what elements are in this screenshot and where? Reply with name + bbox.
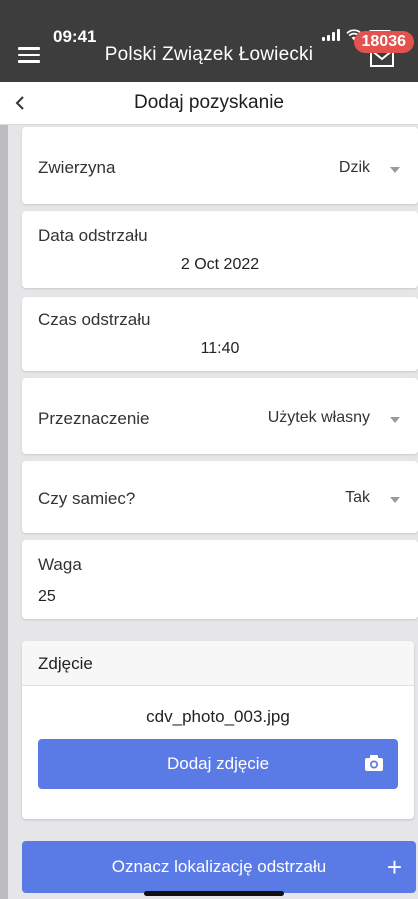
app-screen: 09:41 Polski Związek Łowiecki 18036 Doda…	[0, 0, 418, 899]
chevron-down-icon	[390, 167, 400, 173]
add-photo-button-label: Dodaj zdjęcie	[166, 754, 270, 773]
mark-location-button-label: Oznacz lokalizację odstrzału	[111, 857, 327, 876]
zwierzyna-value: Dzik	[338, 159, 370, 176]
czas-odstrzalu-field[interactable]: Czas odstrzału 11:40	[22, 297, 418, 371]
plus-icon: +	[386, 852, 402, 882]
przeznaczenie-value: Użytek własny	[267, 409, 370, 426]
page-header: Dodaj pozyskanie	[0, 82, 418, 125]
zwierzyna-select[interactable]: Zwierzyna Dzik	[22, 127, 418, 204]
page-title: Dodaj pozyskanie	[134, 92, 284, 113]
czy-samiec-label: Czy samiec?	[38, 489, 136, 508]
camera-icon	[365, 755, 383, 771]
waga-value: 25	[38, 588, 56, 605]
chevron-down-icon	[390, 497, 400, 503]
czy-samiec-value: Tak	[345, 489, 370, 506]
waga-field[interactable]: Waga 25	[22, 540, 418, 619]
scroll-gutter	[0, 125, 8, 899]
home-indicator	[144, 891, 284, 896]
czy-samiec-select[interactable]: Czy samiec? Tak	[22, 461, 418, 533]
data-odstrzalu-field[interactable]: Data odstrzału 2 Oct 2022	[22, 211, 418, 288]
przeznaczenie-label: Przeznaczenie	[38, 409, 150, 428]
data-odstrzalu-value: 2 Oct 2022	[180, 256, 260, 273]
chevron-down-icon	[390, 417, 400, 423]
mark-location-button[interactable]: Oznacz lokalizację odstrzału +	[22, 841, 416, 893]
notification-badge: 18036	[353, 31, 414, 53]
waga-label: Waga	[38, 555, 82, 574]
data-odstrzalu-label: Data odstrzału	[38, 226, 148, 245]
photo-section-header: Zdjęcie	[22, 641, 414, 686]
photo-filename: cdv_photo_003.jpg	[146, 707, 290, 726]
signal-icon	[322, 29, 340, 41]
czas-odstrzalu-label: Czas odstrzału	[38, 310, 151, 329]
add-photo-button[interactable]: Dodaj zdjęcie	[38, 739, 398, 789]
przeznaczenie-select[interactable]: Przeznaczenie Użytek własny	[22, 378, 418, 454]
zwierzyna-label: Zwierzyna	[38, 158, 116, 177]
photo-section-title: Zdjęcie	[38, 654, 93, 673]
czas-odstrzalu-value: 11:40	[200, 340, 240, 357]
photo-section: Zdjęcie cdv_photo_003.jpg Dodaj zdjęcie	[22, 641, 414, 819]
top-app-bar: 09:41 Polski Związek Łowiecki 18036	[0, 0, 418, 82]
